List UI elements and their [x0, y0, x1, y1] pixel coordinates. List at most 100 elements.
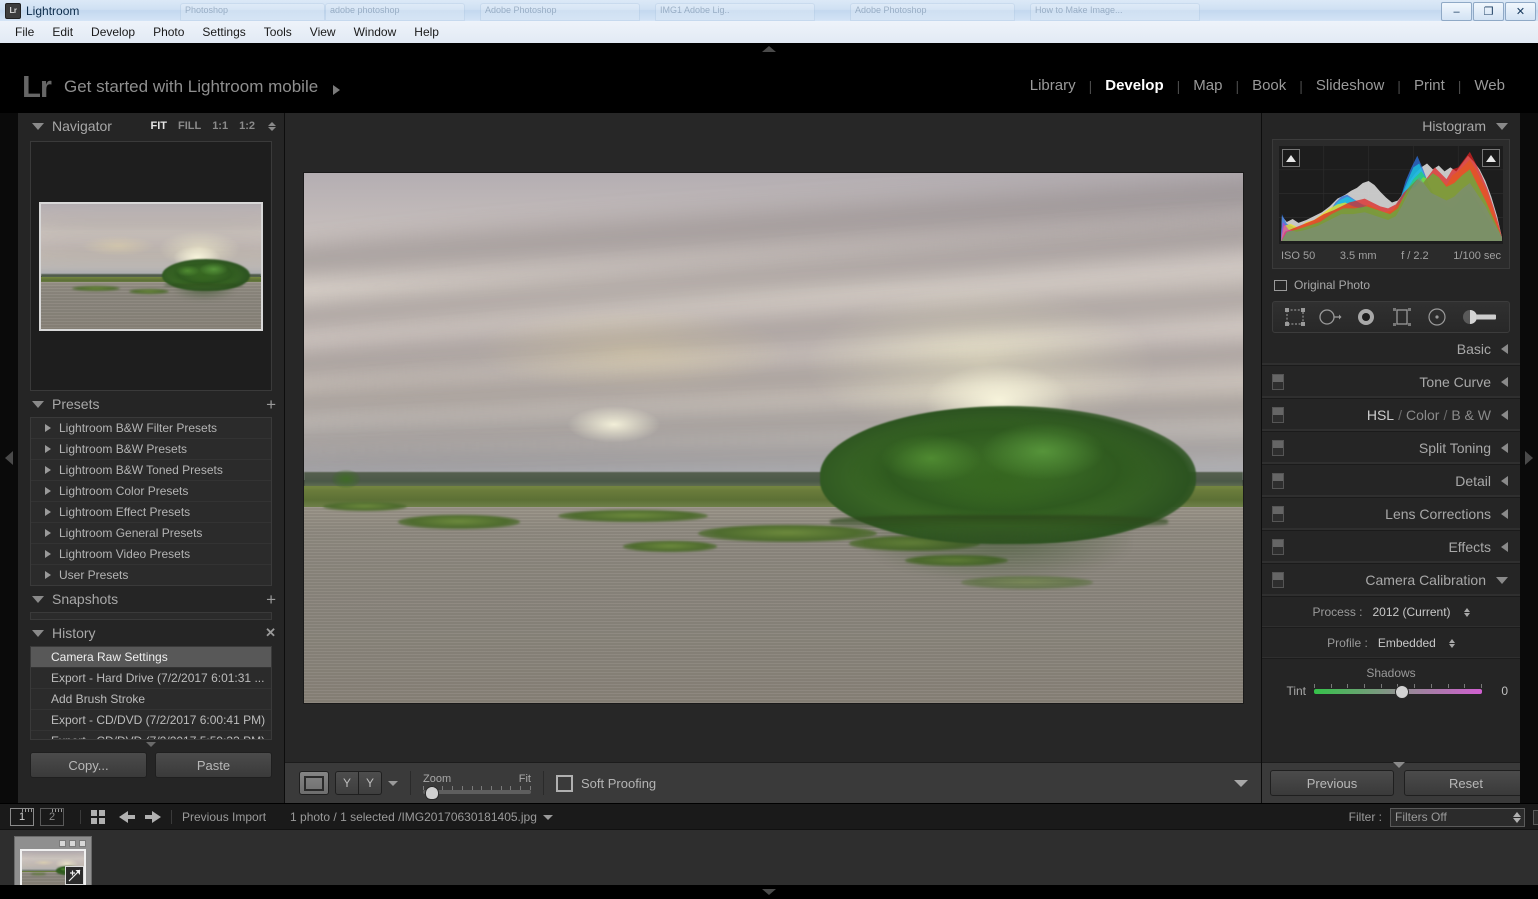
- arrow-right-icon[interactable]: [145, 811, 161, 823]
- section-hsl-color-bw[interactable]: HSL / Color / B & W: [1262, 399, 1520, 432]
- soft-proofing-checkbox[interactable]: [556, 774, 573, 792]
- grid-view-icon[interactable]: [91, 810, 105, 824]
- history-item[interactable]: Export - Hard Drive (7/2/2017 6:01:31 ..…: [31, 668, 271, 689]
- triangle-down-icon[interactable]: [1496, 122, 1508, 130]
- before-view-icon[interactable]: Y: [335, 771, 359, 795]
- histogram-graph[interactable]: [1279, 146, 1503, 244]
- copy-button[interactable]: Copy...: [30, 752, 147, 778]
- tint-value[interactable]: 0: [1490, 684, 1508, 698]
- module-book[interactable]: Book: [1239, 75, 1299, 96]
- tint-slider-track[interactable]: [1314, 683, 1482, 699]
- menu-view[interactable]: View: [301, 23, 345, 41]
- section-enable-switch[interactable]: [1272, 539, 1284, 555]
- triangle-down-icon[interactable]: [32, 400, 44, 408]
- profile-row[interactable]: Profile : Embedded: [1262, 628, 1520, 659]
- soft-proofing-toggle[interactable]: Soft Proofing: [556, 774, 656, 792]
- hsl-tab[interactable]: HSL: [1367, 407, 1394, 423]
- bw-tab[interactable]: B & W: [1451, 407, 1491, 423]
- menu-help[interactable]: Help: [405, 23, 448, 41]
- chevron-left-icon[interactable]: [1501, 443, 1508, 453]
- chevron-left-icon[interactable]: [1501, 377, 1508, 387]
- preset-group[interactable]: Lightroom Video Presets: [31, 544, 271, 565]
- spot-removal-icon[interactable]: [1317, 306, 1343, 328]
- red-eye-correction-icon[interactable]: [1353, 306, 1379, 328]
- history-scroll-indicator[interactable]: [18, 740, 284, 750]
- section-effects[interactable]: Effects: [1262, 531, 1520, 564]
- before-after-icon[interactable]: Y Y: [335, 771, 382, 795]
- secondary-window-button[interactable]: 2: [40, 808, 64, 826]
- profile-value[interactable]: Embedded: [1378, 636, 1436, 650]
- plus-icon[interactable]: +: [266, 396, 276, 413]
- section-enable-switch[interactable]: [1272, 473, 1284, 489]
- zoom-knob[interactable]: [425, 785, 439, 800]
- section-detail[interactable]: Detail: [1262, 465, 1520, 498]
- process-row[interactable]: Process : 2012 (Current): [1262, 597, 1520, 628]
- menu-settings[interactable]: Settings: [193, 23, 254, 41]
- history-list[interactable]: Camera Raw Settings Export - Hard Drive …: [30, 646, 272, 740]
- section-enable-switch[interactable]: [1272, 572, 1284, 588]
- triangle-down-icon[interactable]: [32, 629, 44, 637]
- histogram-header[interactable]: Histogram: [1262, 113, 1520, 139]
- history-item[interactable]: Camera Raw Settings: [31, 647, 271, 668]
- original-photo-checkbox[interactable]: [1274, 279, 1287, 291]
- tint-slider-knob[interactable]: [1394, 684, 1409, 699]
- module-map[interactable]: Map: [1180, 75, 1235, 96]
- chevron-left-icon[interactable]: [1501, 344, 1508, 354]
- module-web[interactable]: Web: [1461, 75, 1518, 96]
- menu-tools[interactable]: Tools: [255, 23, 301, 41]
- identity-plate-text[interactable]: Get started with Lightroom mobile: [64, 77, 318, 97]
- nav-zoom-stepper[interactable]: [268, 121, 276, 131]
- chevron-left-icon[interactable]: [1501, 509, 1508, 519]
- radial-filter-icon[interactable]: [1424, 306, 1450, 328]
- section-enable-switch[interactable]: [1272, 407, 1284, 423]
- menu-photo[interactable]: Photo: [144, 23, 193, 41]
- section-enable-switch[interactable]: [1272, 506, 1284, 522]
- filmstrip-thumbnail[interactable]: [20, 849, 86, 887]
- bottom-panel-collapse-handle[interactable]: [0, 885, 1538, 899]
- section-enable-switch[interactable]: [1272, 440, 1284, 456]
- triangle-down-icon[interactable]: [32, 595, 44, 603]
- close-button[interactable]: ✕: [1505, 2, 1536, 21]
- process-value[interactable]: 2012 (Current): [1372, 605, 1450, 619]
- presets-header[interactable]: Presets +: [18, 391, 284, 417]
- module-print[interactable]: Print: [1401, 75, 1458, 96]
- section-camera-calibration[interactable]: Camera Calibration: [1262, 564, 1520, 597]
- preset-group[interactable]: Lightroom General Presets: [31, 523, 271, 544]
- nav-mode-fit[interactable]: FIT: [150, 120, 167, 132]
- triangle-down-icon[interactable]: [1496, 576, 1508, 584]
- module-develop[interactable]: Develop: [1092, 75, 1176, 96]
- color-tab[interactable]: Color: [1406, 407, 1439, 423]
- snapshots-header[interactable]: Snapshots +: [18, 586, 284, 612]
- zoom-slider[interactable]: Zoom Fit: [423, 773, 531, 800]
- history-item[interactable]: Export - CD/DVD (7/2/2017 5:59:33 PM): [31, 731, 271, 739]
- section-lens-corrections[interactable]: Lens Corrections: [1262, 498, 1520, 531]
- filter-lock-icon[interactable]: [1533, 809, 1538, 825]
- triangle-right-icon[interactable]: [333, 85, 340, 95]
- toolbar-collapse-icon[interactable]: [1234, 779, 1248, 787]
- menu-develop[interactable]: Develop: [82, 23, 144, 41]
- left-panel-toggle[interactable]: [0, 113, 18, 803]
- chevron-down-icon[interactable]: [388, 780, 398, 786]
- section-enable-switch[interactable]: [1272, 374, 1284, 390]
- menu-file[interactable]: File: [6, 23, 43, 41]
- panel-collapse-icon[interactable]: [1393, 762, 1405, 768]
- chevron-left-icon[interactable]: [1501, 476, 1508, 486]
- previous-button[interactable]: Previous: [1270, 770, 1394, 796]
- section-tone-curve[interactable]: Tone Curve: [1262, 366, 1520, 399]
- adjustment-brush-icon[interactable]: [1460, 306, 1500, 328]
- minimize-button[interactable]: –: [1441, 2, 1472, 21]
- filter-stepper[interactable]: [1513, 811, 1521, 823]
- nav-mode-fill[interactable]: FILL: [178, 120, 201, 132]
- process-stepper[interactable]: [1463, 607, 1470, 617]
- preset-group[interactable]: Lightroom B&W Toned Presets: [31, 460, 271, 481]
- nav-mode-1-1[interactable]: 1:1: [212, 120, 228, 132]
- crop-overlay-icon[interactable]: [1282, 306, 1308, 328]
- triangle-down-icon[interactable]: [32, 122, 44, 130]
- navigator-header[interactable]: Navigator FIT FILL 1:1 1:2: [18, 113, 284, 139]
- preset-group[interactable]: Lightroom Color Presets: [31, 481, 271, 502]
- plus-icon[interactable]: +: [266, 591, 276, 608]
- zoom-track[interactable]: [423, 785, 531, 800]
- graduated-filter-icon[interactable]: [1389, 306, 1415, 328]
- restore-button[interactable]: ❐: [1473, 2, 1504, 21]
- highlight-clipping-button[interactable]: [1482, 149, 1500, 167]
